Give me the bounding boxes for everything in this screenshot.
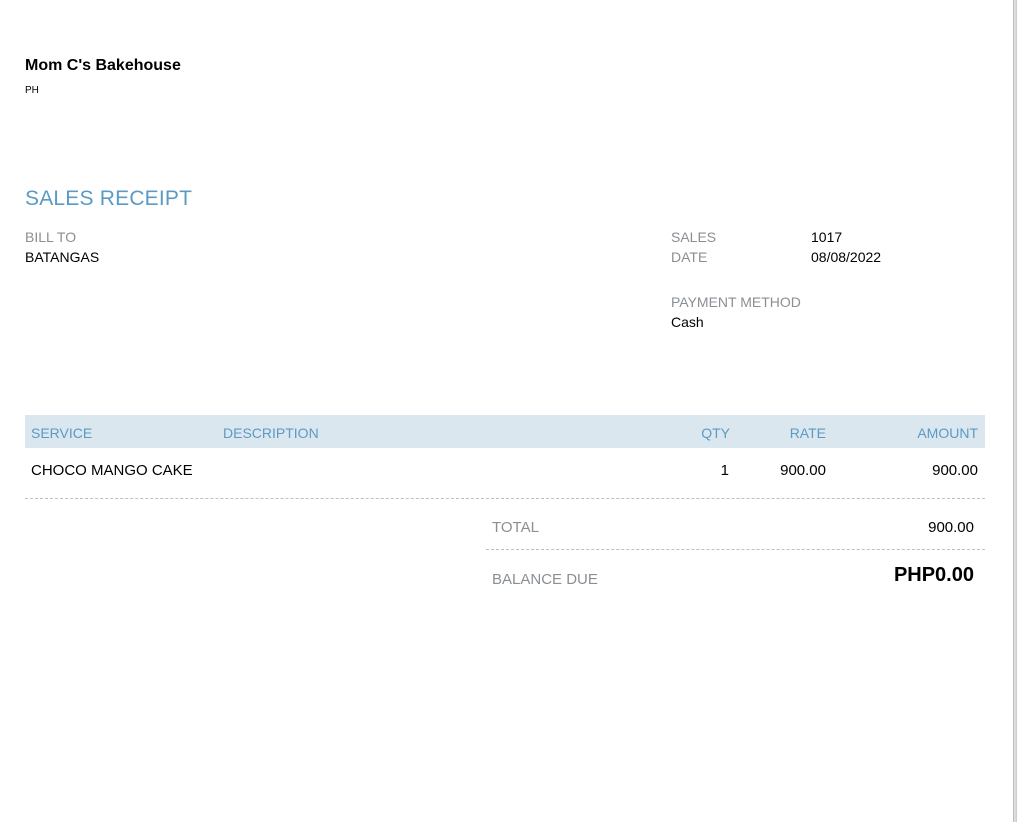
items-divider — [25, 498, 985, 499]
row-qty: 1 — [720, 462, 729, 479]
row-amount: 900.00 — [932, 462, 978, 479]
row-rate: 900.00 — [780, 462, 826, 479]
company-country: PH — [25, 85, 39, 96]
document-title: SALES RECEIPT — [25, 187, 193, 210]
header-amount: AMOUNT — [917, 425, 978, 441]
page-edge-shadow — [1013, 0, 1017, 822]
balance-due-label: BALANCE DUE — [492, 571, 598, 588]
bill-to-value: BATANGAS — [25, 249, 100, 265]
company-name: Mom C's Bakehouse — [25, 57, 181, 74]
sales-number-label: SALES — [671, 229, 717, 245]
date-value: 08/08/2022 — [811, 249, 882, 265]
header-rate: RATE — [789, 425, 826, 441]
table-row: CHOCO MANGO CAKE 1 900.00 900.00 — [25, 462, 985, 482]
date-label: DATE — [671, 249, 708, 265]
line-items-header: SERVICE DESCRIPTION QTY RATE AMOUNT — [25, 415, 985, 448]
bill-to-label: BILL TO — [25, 229, 77, 245]
payment-method-value: Cash — [671, 314, 704, 330]
total-label: TOTAL — [492, 519, 539, 536]
header-service: SERVICE — [31, 425, 93, 441]
totals-divider — [486, 549, 985, 550]
sales-number-value: 1017 — [811, 229, 843, 245]
header-description: DESCRIPTION — [223, 425, 319, 441]
receipt-page: Mom C's Bakehouse PH SALES RECEIPT BILL … — [0, 0, 1013, 822]
header-qty: QTY — [701, 425, 730, 441]
payment-method-label: PAYMENT METHOD — [671, 294, 801, 310]
balance-due-value: PHP0.00 — [893, 564, 974, 586]
total-value: 900.00 — [928, 519, 974, 536]
row-service: CHOCO MANGO CAKE — [31, 462, 193, 479]
